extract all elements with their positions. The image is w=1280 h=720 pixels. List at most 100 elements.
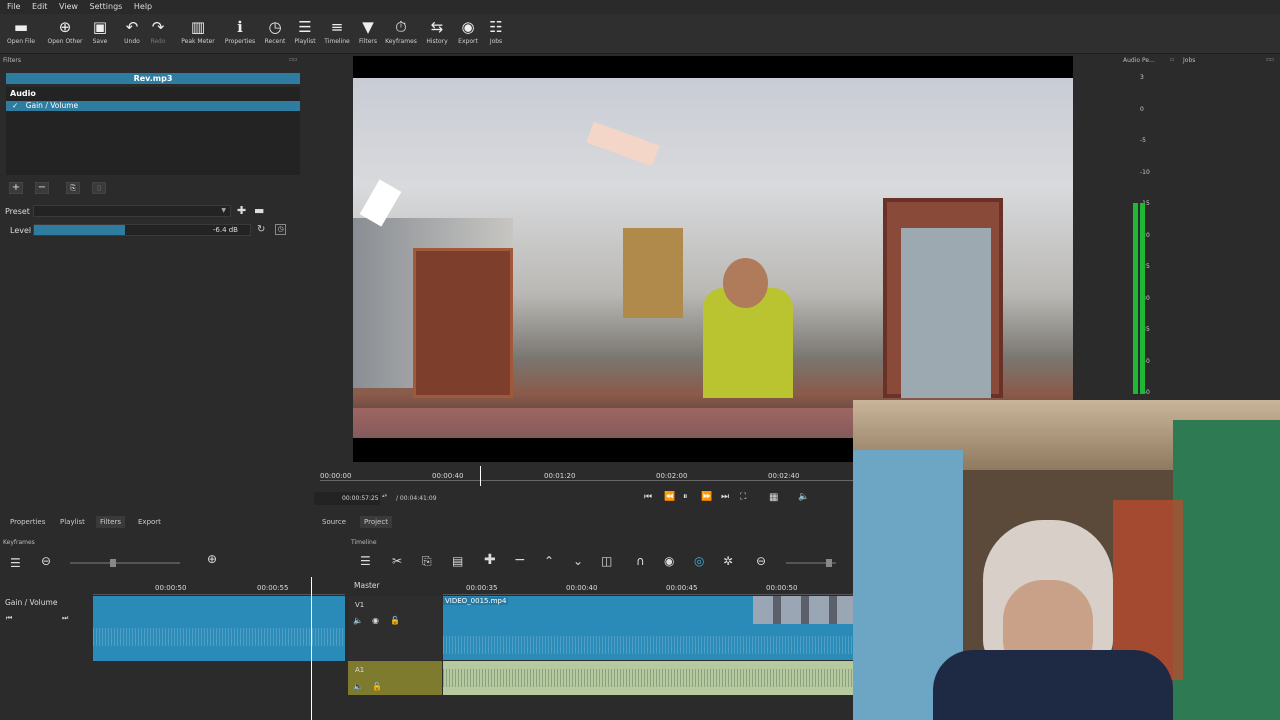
level-label: Level: [10, 226, 32, 235]
timeline-button[interactable]: ≡ Timeline: [322, 14, 352, 54]
fast-forward-icon[interactable]: ⏩: [701, 492, 712, 502]
copy-filter-button[interactable]: ⎘: [66, 182, 80, 194]
export-button[interactable]: ◉ Export: [455, 14, 481, 54]
copy-icon[interactable]: ⎘: [422, 554, 432, 569]
save-button[interactable]: ▣ Save: [88, 14, 112, 54]
timeline-icon: ≡: [330, 18, 344, 36]
ripple-delete-icon[interactable]: −: [514, 552, 526, 568]
ripple-icon[interactable]: ◎: [694, 554, 704, 568]
recent-button[interactable]: ◷ Recent: [262, 14, 288, 54]
filters-button[interactable]: ▼ Filters: [356, 14, 380, 54]
jobs-float-icon[interactable]: ▫▫: [1266, 56, 1274, 63]
snap-icon[interactable]: ∩: [636, 554, 645, 568]
delete-preset-icon[interactable]: ▬: [254, 205, 264, 217]
ripple-all-icon[interactable]: ✲: [723, 554, 733, 568]
open-file-button[interactable]: ▬ Open File: [4, 14, 38, 54]
menu-help[interactable]: Help: [134, 2, 152, 11]
tab-filters[interactable]: Filters: [96, 516, 125, 528]
split-icon[interactable]: ◫: [601, 554, 612, 568]
keyframes-playhead[interactable]: [311, 577, 312, 720]
a1-label: A1: [355, 666, 365, 674]
prev-keyframe-icon[interactable]: ⏮: [6, 614, 12, 623]
save-label: Save: [92, 38, 108, 45]
undo-button[interactable]: ↶ Undo: [120, 14, 144, 54]
lift-icon[interactable]: ⌃: [544, 554, 554, 568]
v1-lock-icon[interactable]: 🔓: [390, 616, 400, 625]
properties-button[interactable]: ℹ Properties: [222, 14, 258, 54]
pause-icon[interactable]: ⏸: [683, 492, 688, 502]
tab-source[interactable]: Source: [318, 516, 350, 528]
timeline-menu-icon[interactable]: ☰: [360, 554, 371, 568]
filter-icon: ▼: [362, 18, 374, 36]
keyframes-ruler[interactable]: 00:00:50 00:00:55: [93, 581, 345, 595]
scrub-icon[interactable]: ◉: [664, 554, 674, 568]
rewind-icon[interactable]: ⏪: [664, 492, 675, 502]
save-preset-icon[interactable]: ✚: [237, 205, 246, 217]
overwrite-icon[interactable]: ⌄: [573, 554, 583, 568]
next-keyframe-icon[interactable]: ⏭: [62, 614, 68, 623]
tab-export[interactable]: Export: [134, 516, 165, 528]
cut-icon[interactable]: ✂: [392, 554, 402, 568]
reset-level-icon[interactable]: ↻: [257, 224, 265, 235]
remove-filter-button[interactable]: −: [35, 182, 49, 194]
timeline-tick-0: 00:00:35: [466, 584, 498, 592]
keyframes-button[interactable]: ⏱ Keyframes: [384, 14, 418, 54]
a1-mute-icon[interactable]: 🔈: [353, 682, 363, 691]
time-spinner-icon[interactable]: ▴▾: [382, 493, 387, 499]
skip-next-icon[interactable]: ⏭: [721, 492, 729, 502]
timeline-zoom-slider[interactable]: [786, 559, 836, 567]
append-icon[interactable]: ✚: [484, 552, 496, 568]
jobs-button[interactable]: ☷ Jobs: [484, 14, 508, 54]
panel-float-close-icon[interactable]: ▫▫: [289, 56, 297, 63]
timeline-ruler[interactable]: 00:00:35 00:00:40 00:00:45 00:00:50: [443, 581, 853, 595]
meter-scale-tick: -5: [1140, 137, 1146, 144]
grid-icon[interactable]: ▦: [769, 492, 778, 503]
open-other-button[interactable]: ⊕ Open Other: [44, 14, 86, 54]
folder-icon: ▬: [13, 18, 29, 36]
audio-meter-float-icon[interactable]: ▫: [1170, 56, 1174, 63]
menu-view[interactable]: View: [59, 2, 78, 11]
v1-mute-icon[interactable]: 🔈: [353, 616, 363, 625]
zoom-fit-icon[interactable]: ⛶: [740, 492, 746, 502]
menu-file[interactable]: File: [7, 2, 20, 11]
player-playhead[interactable]: [480, 466, 481, 486]
keyframes-track-label: Gain / Volume: [5, 598, 58, 607]
audio-peak-meter-panel: Audio Pe... ▫ 30-5-10-15-20-25-30-35-40-…: [1120, 56, 1180, 401]
tab-project[interactable]: Project: [360, 516, 392, 528]
keyframe-toggle-icon[interactable]: ◷: [275, 224, 286, 235]
preset-combo[interactable]: ▼: [33, 205, 231, 217]
jobs-panel: Jobs ▫▫: [1180, 56, 1280, 401]
peak-meter-button[interactable]: ▥ Peak Meter: [178, 14, 218, 54]
redo-button[interactable]: ↷ Redo: [146, 14, 170, 54]
zoom-out-icon[interactable]: ⊖: [41, 554, 51, 568]
skip-previous-icon[interactable]: ⏮: [644, 492, 652, 502]
v1-label: V1: [355, 601, 365, 609]
paste-icon[interactable]: ▤: [452, 554, 463, 568]
paste-filter-button[interactable]: ▯: [92, 182, 106, 194]
filters-panel-title: Filters: [3, 57, 21, 64]
v1-track-header: V1 🔈 ◉ 🔓: [348, 596, 442, 660]
level-slider[interactable]: -6.4 dB: [33, 224, 251, 236]
keyframes-clip[interactable]: [93, 596, 345, 661]
keyframes-zoom-slider[interactable]: [70, 559, 180, 567]
zoom-in-icon[interactable]: ⊕: [207, 552, 217, 566]
keyframes-menu-icon[interactable]: ☰: [10, 556, 21, 570]
menu-settings[interactable]: Settings: [90, 2, 123, 11]
tab-playlist[interactable]: Playlist: [56, 516, 89, 528]
filter-item-gain-volume[interactable]: ✓ Gain / Volume: [6, 101, 300, 111]
filter-enabled-checkbox[interactable]: ✓: [12, 101, 18, 110]
a1-lock-icon[interactable]: 🔓: [372, 682, 382, 691]
volume-icon[interactable]: 🔈: [798, 492, 809, 502]
v1-clip[interactable]: VIDEO_0015.mp4: [443, 596, 853, 660]
a1-clip[interactable]: [443, 661, 853, 695]
menu-edit[interactable]: Edit: [32, 2, 48, 11]
timeline-zoom-out-icon[interactable]: ⊖: [756, 554, 766, 568]
history-button[interactable]: ⇆ History: [424, 14, 450, 54]
player-ruler[interactable]: 00:00:00 00:00:40 00:01:20 00:02:00 00:0…: [320, 466, 853, 486]
a1-track-header: A1 🔈 🔓: [348, 661, 442, 695]
v1-hide-icon[interactable]: ◉: [372, 616, 379, 625]
playlist-button[interactable]: ☰ Playlist: [292, 14, 318, 54]
add-filter-button[interactable]: +: [9, 182, 23, 194]
tab-properties[interactable]: Properties: [6, 516, 49, 528]
current-time-field[interactable]: 00:00:57:25: [314, 492, 380, 505]
